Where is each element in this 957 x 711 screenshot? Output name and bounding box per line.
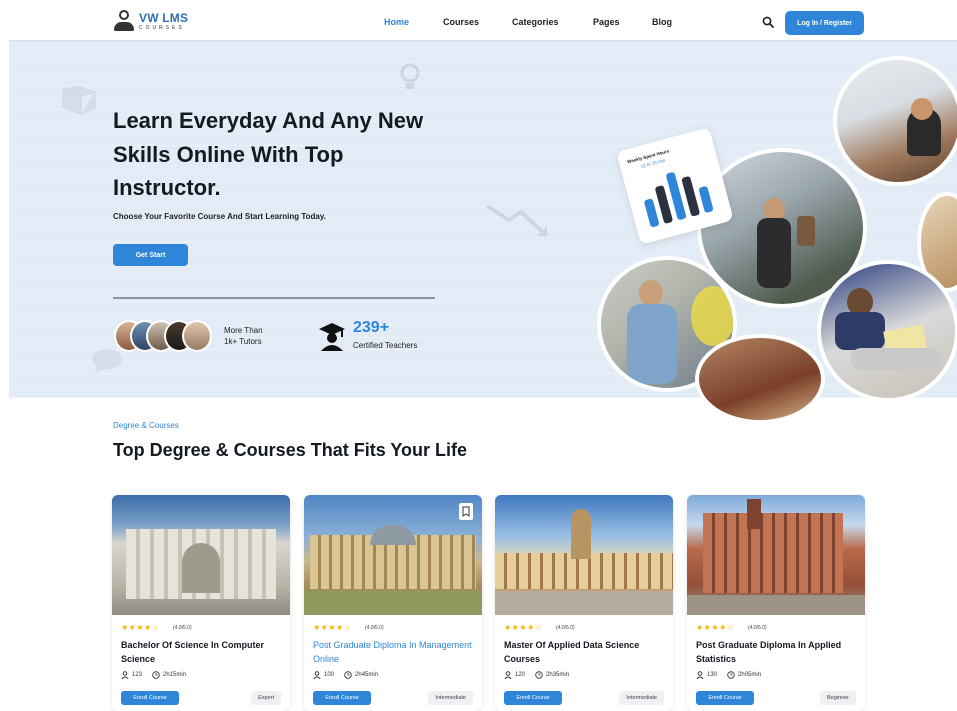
clock-icon xyxy=(535,671,543,679)
course-title[interactable]: Master Of Applied Data Science Courses xyxy=(504,638,669,666)
rating-value: (4.0/5.0) xyxy=(173,625,192,631)
user-icon xyxy=(696,671,704,679)
enroll-course-button[interactable]: Enroll Course xyxy=(121,691,179,705)
hero-photo-library xyxy=(833,56,957,186)
course-duration: 2h45min xyxy=(355,672,379,678)
site-header: VW LMS COURSES Home Courses Categories P… xyxy=(0,0,957,42)
user-icon xyxy=(504,671,512,679)
bulb-icon xyxy=(400,63,420,89)
hero-subline: Choose Your Favorite Course And Start Le… xyxy=(113,212,326,221)
student-count: 100 xyxy=(324,672,335,678)
course-title[interactable]: Post Graduate Diploma In Management Onli… xyxy=(313,638,478,666)
course-meta: 130 2h05min xyxy=(696,671,761,679)
course-image xyxy=(112,495,290,615)
level-badge: Intermediate xyxy=(428,691,473,705)
enroll-course-button[interactable]: Enroll Course xyxy=(313,691,371,705)
user-icon xyxy=(121,671,129,679)
user-icon xyxy=(313,671,321,679)
brand-logo[interactable]: VW LMS COURSES xyxy=(113,9,188,33)
graduate-icon xyxy=(319,323,345,351)
chart-bar xyxy=(698,185,714,214)
course-meta: 123 2h15min xyxy=(121,671,186,679)
course-title[interactable]: Bachelor Of Science In Computer Science xyxy=(121,638,286,666)
brand-tagline: COURSES xyxy=(139,24,185,31)
tutor-avatars xyxy=(114,320,214,352)
student-count: 123 xyxy=(132,672,143,678)
hero-headline: Learn Everyday And Any New Skills Online… xyxy=(113,108,424,200)
clock-icon xyxy=(152,671,160,679)
course-duration: 2h15min xyxy=(163,672,187,678)
rating-value: (4.0/5.0) xyxy=(748,625,767,631)
course-image xyxy=(687,495,865,615)
login-register-button[interactable]: Log In / Register xyxy=(785,11,864,35)
nav-blog[interactable]: Blog xyxy=(652,17,672,27)
rating-stars: ★★★★☆ xyxy=(313,623,352,632)
course-image xyxy=(495,495,673,615)
student-count: 120 xyxy=(515,672,526,678)
tutors-stat: More Than 1k+ Tutors xyxy=(224,325,263,347)
divider xyxy=(113,297,435,299)
course-card[interactable]: ★★★★☆ (4.0/5.0) Bachelor Of Science In C… xyxy=(112,495,290,711)
rating-value: (4.0/5.0) xyxy=(365,625,384,631)
clock-icon xyxy=(727,671,735,679)
enroll-course-button[interactable]: Enroll Course xyxy=(504,691,562,705)
course-card[interactable]: ★★★★☆ (4.0/5.0) Post Graduate Diploma In… xyxy=(687,495,865,711)
level-badge: Beginner xyxy=(819,691,856,705)
book-icon xyxy=(61,85,97,115)
course-title[interactable]: Post Graduate Diploma In Applied Statist… xyxy=(696,638,861,666)
course-card[interactable]: ★★★★☆ (4.0/5.0) Post Graduate Diploma In… xyxy=(304,495,482,711)
course-duration: 2h05min xyxy=(738,672,762,678)
nav-courses[interactable]: Courses xyxy=(443,17,479,27)
chart-bar xyxy=(643,198,660,228)
brand-name: VW LMS xyxy=(139,10,189,25)
level-badge: Intermediate xyxy=(619,691,664,705)
get-start-button[interactable]: Get Start xyxy=(113,244,188,266)
hero-photo-reader xyxy=(817,260,957,402)
rating-stars: ★★★★☆ xyxy=(121,623,160,632)
course-meta: 100 2h45min xyxy=(313,671,378,679)
logo-icon xyxy=(113,9,135,33)
teachers-label: Certified Teachers xyxy=(353,341,418,350)
section-title: Top Degree & Courses That Fits Your Life xyxy=(113,440,468,460)
avatar xyxy=(182,320,212,352)
student-count: 130 xyxy=(707,672,718,678)
nav-pages[interactable]: Pages xyxy=(593,17,620,27)
rating-value: (4.0/5.0) xyxy=(556,625,575,631)
course-card[interactable]: ★★★★☆ (4.0/5.0) Master Of Applied Data S… xyxy=(495,495,673,711)
course-meta: 120 2h35min xyxy=(504,671,569,679)
clock-icon xyxy=(344,671,352,679)
search-icon[interactable] xyxy=(762,16,774,28)
teachers-count: 239+ xyxy=(353,319,390,336)
tutors-line-2: 1k+ Tutors xyxy=(224,337,262,346)
nav-categories[interactable]: Categories xyxy=(512,17,559,27)
bookmark-icon[interactable] xyxy=(459,503,473,520)
rating-stars: ★★★★☆ xyxy=(696,623,735,632)
rating-stars: ★★★★☆ xyxy=(504,623,543,632)
course-image xyxy=(304,495,482,615)
trend-arrow-icon xyxy=(485,204,549,238)
course-duration: 2h35min xyxy=(546,672,570,678)
nav-home[interactable]: Home xyxy=(384,17,409,27)
level-badge: Expert xyxy=(251,691,281,705)
tutors-line-1: More Than xyxy=(224,326,263,335)
hero-photo-studying xyxy=(695,334,825,424)
enroll-course-button[interactable]: Enroll Course xyxy=(696,691,754,705)
section-kicker: Degree & Courses xyxy=(113,421,179,430)
